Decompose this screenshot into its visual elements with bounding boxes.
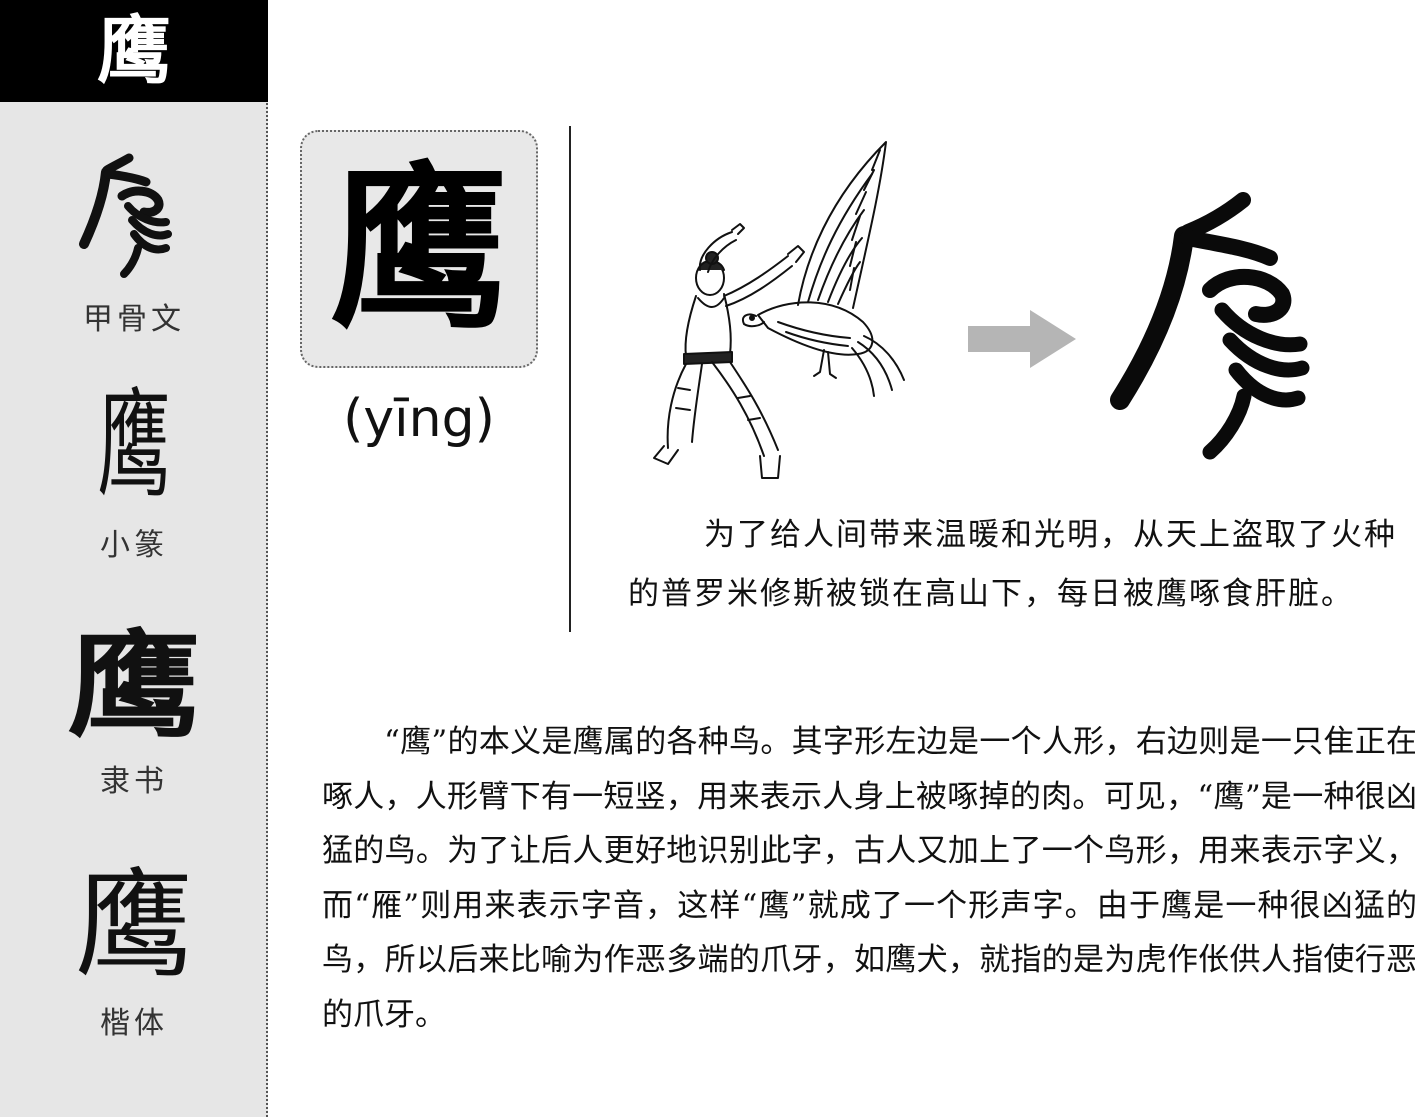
oracle-bone-glyph-small — [79, 153, 172, 278]
script-clerical: 鹰 隶书 — [0, 628, 268, 800]
pinyin: (yīng) — [343, 389, 495, 449]
main-char: 鹰 — [330, 144, 508, 353]
char-card: 鹰 — [300, 130, 538, 368]
sidebar-title-char: 鹰 — [97, 8, 171, 94]
script-label-regular: 楷体 — [100, 1006, 168, 1041]
script-label-seal: 小篆 — [100, 528, 168, 563]
body-paragraph: “鹰”的本义是鹰属的各种鸟。其字形左边是一个人形，右边则是一只隹正在啄人，人形臂… — [322, 724, 1415, 1033]
sidebar-header: 鹰 — [0, 0, 268, 102]
arrow-right-icon — [968, 310, 1076, 368]
oracle-bone-glyph-large — [1110, 192, 1310, 460]
clerical-glyph: 鹰 — [67, 618, 201, 754]
prometheus-eagle-illustration — [653, 141, 905, 479]
sidebar: 鹰 甲骨文 鹰 小篆 鹰 隶书 鹰 楷体 — [0, 0, 268, 1117]
regular-glyph: 鹰 — [74, 856, 193, 994]
script-label-oracle: 甲骨文 — [83, 302, 185, 337]
divider — [569, 126, 571, 632]
illustration-caption: 为了给人间带来温暖和光明，从天上盗取了火种的普罗米修斯被锁在高山下，每日被鹰啄食… — [628, 517, 1397, 612]
seal-glyph: 鹰 — [97, 376, 171, 514]
script-oracle: 甲骨文 — [0, 148, 268, 338]
script-label-clerical: 隶书 — [100, 764, 168, 799]
script-regular: 鹰 楷体 — [0, 866, 268, 1042]
script-seal: 鹰 小篆 — [0, 386, 268, 564]
